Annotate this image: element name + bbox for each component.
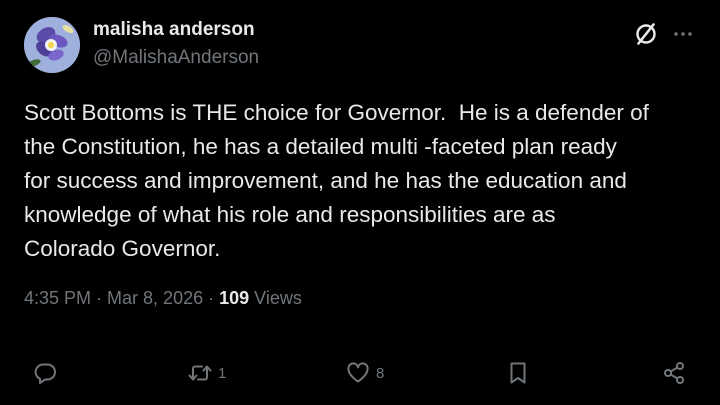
repost-icon [188,365,212,381]
tweet-meta: 4:35 PM · Mar 8, 2026 · 109 Views [24,288,302,309]
author-handle[interactable]: @MalishaAnderson [93,47,259,69]
bookmark-button[interactable] [505,356,531,390]
tweet-text-line: knowledge of what his role and responsib… [24,202,556,227]
bookmark-icon [510,362,526,384]
reply-button[interactable] [32,356,58,390]
tweet-text: Scott Bottoms is THE choice for Governor… [24,96,704,266]
repost-button[interactable]: 1 [187,356,226,390]
like-count: 8 [376,364,385,382]
like-button[interactable]: 8 [345,356,384,390]
tweet-text-line: for success and improvement, and he has … [24,168,627,193]
more-options-icon[interactable] [671,22,695,46]
author-display-name[interactable]: malisha anderson [93,19,255,41]
meta-separator: · [91,288,108,308]
tweet-time[interactable]: 4:35 PM [24,288,91,308]
flower-image [24,17,80,73]
grok-icon[interactable] [633,21,659,47]
tweet-text-line: the Constitution, he has a detailed mult… [24,134,617,159]
views-label: Views [249,288,302,308]
tweet-text-line: Colorado Governor. [24,236,221,261]
repost-count: 1 [218,364,227,382]
action-bar: 1 8 [0,356,720,390]
share-icon [664,362,684,384]
avatar[interactable] [24,17,80,73]
tweet-date[interactable]: Mar 8, 2026 [107,288,203,308]
views-count: 109 [219,288,250,308]
meta-separator: · [203,288,220,308]
heart-icon [347,362,369,383]
share-button[interactable] [661,356,687,390]
reply-icon [34,363,56,384]
tweet-text-line: Scott Bottoms is THE choice for Governor… [24,100,649,125]
